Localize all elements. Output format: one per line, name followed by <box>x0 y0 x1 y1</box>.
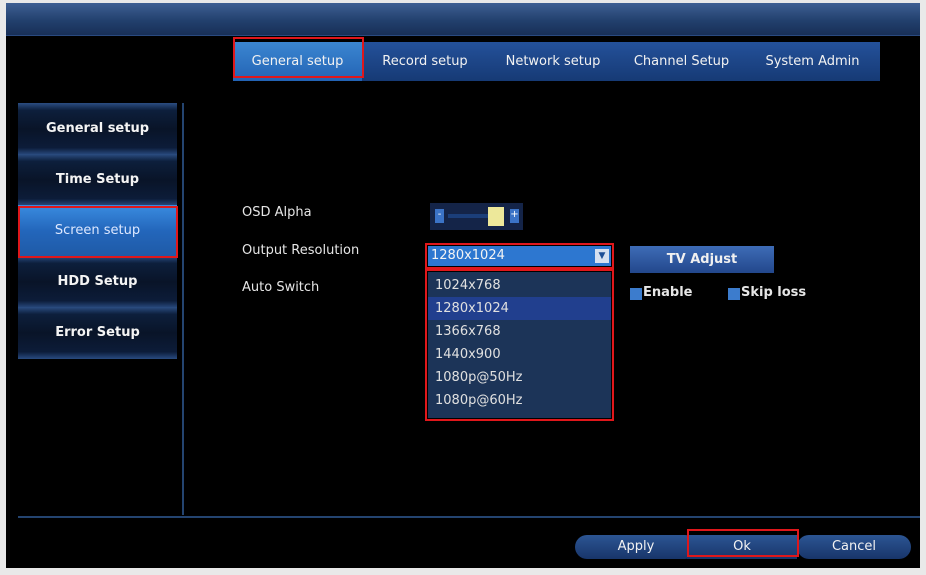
footer-divider <box>18 516 920 518</box>
highlight-ok-button <box>687 529 799 557</box>
tab-record-setup[interactable]: Record setup <box>362 42 488 81</box>
highlight-tab-general-setup <box>233 37 364 78</box>
alpha-slider-track[interactable] <box>448 214 488 218</box>
enable-checkbox[interactable] <box>630 288 642 300</box>
alpha-increase-button[interactable]: + <box>510 209 519 223</box>
tab-channel-setup[interactable]: Channel Setup <box>618 42 745 81</box>
apply-button[interactable]: Apply <box>575 535 697 559</box>
skip-loss-checkbox[interactable] <box>728 288 740 300</box>
osd-alpha-label: OSD Alpha <box>242 205 312 220</box>
enable-label: Enable <box>643 285 693 300</box>
cancel-button[interactable]: Cancel <box>797 535 911 559</box>
dvr-screen: General setup Record setup Network setup… <box>6 3 920 568</box>
title-bar <box>6 3 920 36</box>
sidebar-item-time-setup[interactable]: Time Setup <box>18 154 177 206</box>
alpha-decrease-button[interactable]: - <box>435 209 444 223</box>
sidebar-divider <box>182 103 184 515</box>
highlight-resolution-list <box>425 269 614 421</box>
sidebar-item-hdd-setup[interactable]: HDD Setup <box>18 256 177 308</box>
tab-system-admin[interactable]: System Admin <box>745 42 880 81</box>
sidebar-item-error-setup[interactable]: Error Setup <box>18 307 177 359</box>
highlight-resolution-select <box>425 243 614 269</box>
output-resolution-label: Output Resolution <box>242 243 360 258</box>
skip-loss-label: Skip loss <box>741 285 807 300</box>
tab-network-setup[interactable]: Network setup <box>488 42 618 81</box>
highlight-sidebar-screen-setup <box>18 206 178 258</box>
osd-alpha-slider[interactable]: - + <box>430 203 523 230</box>
tv-adjust-button[interactable]: TV Adjust <box>630 246 774 273</box>
sidebar-item-general-setup[interactable]: General setup <box>18 103 177 155</box>
alpha-slider-thumb[interactable] <box>488 207 504 226</box>
auto-switch-label: Auto Switch <box>242 280 320 295</box>
